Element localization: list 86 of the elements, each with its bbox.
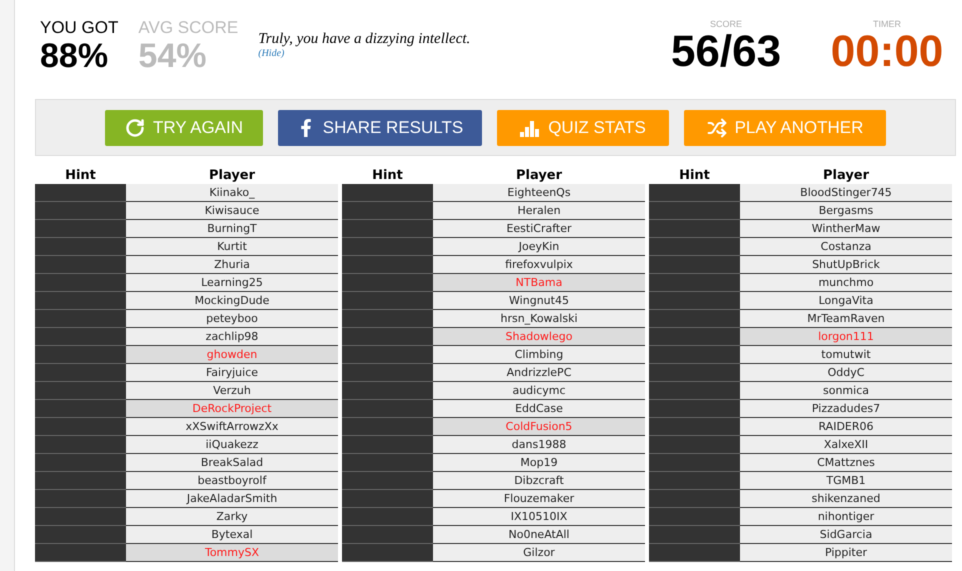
player-cell: shikenzaned: [740, 490, 952, 508]
shuffle-icon: [706, 118, 727, 138]
column-header: Player: [822, 168, 870, 184]
player-cell: CMattznes: [740, 454, 952, 472]
player-cell: Heralen: [433, 202, 645, 220]
action-button[interactable]: SHARE RESULTS: [278, 110, 482, 146]
player-cell: Verzuh: [126, 382, 338, 400]
player-cell: MrTeamRaven: [740, 310, 952, 328]
player-cell: Pizzadudes7: [740, 400, 952, 418]
player-cell: lorgon111: [740, 328, 952, 346]
player-cell: Climbing: [433, 346, 645, 364]
player-cell: ghowden: [126, 346, 338, 364]
hide-link[interactable]: (Hide): [258, 48, 284, 60]
action-button[interactable]: TRY AGAIN: [105, 110, 263, 146]
player-cell: Dibzcraft: [433, 472, 645, 490]
player-cell: JakeAladarSmith: [126, 490, 338, 508]
timer-value: 00:00: [830, 29, 944, 75]
player-cell: IX10510IX: [433, 508, 645, 526]
player-cell: Costanza: [740, 238, 952, 256]
player-cell: RAIDER06: [740, 418, 952, 436]
player-cell: nihontiger: [740, 508, 952, 526]
player-cell: Kiwisauce: [126, 202, 338, 220]
player-cell: Kurtit: [126, 238, 338, 256]
player-cell: Mop19: [433, 454, 645, 472]
player-cell: peteyboo: [126, 310, 338, 328]
player-cell: iiQuakezz: [126, 436, 338, 454]
column-header: Player: [514, 168, 564, 184]
player-cell: tomutwit: [740, 346, 952, 364]
player-cell: zachlip98: [126, 328, 338, 346]
refresh-icon: [124, 118, 145, 138]
action-button[interactable]: QUIZ STATS: [497, 110, 669, 146]
player-cell: BreakSalad: [126, 454, 338, 472]
player-cell: Kiinako_: [126, 184, 338, 202]
player-cell: firefoxvulpix: [433, 256, 645, 274]
score-heading: SCORE: [710, 19, 742, 29]
action-button[interactable]: PLAY ANOTHER: [684, 110, 886, 146]
player-cell: Fairyjuice: [126, 364, 338, 382]
score-value: 56/63: [670, 29, 782, 75]
player-cell: audicymc: [433, 382, 645, 400]
column-header: Hint: [64, 168, 97, 184]
player-cell: Bergasms: [740, 202, 952, 220]
score-label: YOU GOT: [40, 18, 118, 38]
player-cell: TommySX: [126, 544, 338, 562]
column-header: Player: [208, 168, 256, 184]
player-cell: WintherMaw: [740, 220, 952, 238]
column-header: Hint: [678, 168, 711, 184]
average-label: AVG SCORE: [138, 18, 238, 38]
player-cell: Pippiter: [740, 544, 952, 562]
player-cell: LongaVita: [740, 292, 952, 310]
player-cell: Wingnut45: [433, 292, 645, 310]
player-cell: ColdFusion5: [433, 418, 645, 436]
player-cell: Zarky: [126, 508, 338, 526]
player-cell: MockingDude: [126, 292, 338, 310]
player-cell: AndrizzlePC: [433, 364, 645, 382]
player-cell: EighteenQs: [433, 184, 645, 202]
player-cell: JoeyKin: [433, 238, 645, 256]
player-cell: BloodStinger745: [740, 184, 952, 202]
player-cell: sonmica: [740, 382, 952, 400]
average-percent: 54%: [138, 38, 208, 74]
player-cell: Zhuria: [126, 256, 338, 274]
player-cell: hrsn_Kowalski: [433, 310, 645, 328]
player-cell: OddyC: [740, 364, 952, 382]
result-message: Truly, you have a dizzying intellect.: [258, 30, 470, 48]
timer-heading: TIMER: [873, 19, 901, 29]
player-cell: Learning25: [126, 274, 338, 292]
player-cell: dans1988: [433, 436, 645, 454]
bar-chart-icon: [520, 118, 540, 136]
column-header: Hint: [371, 168, 404, 184]
player-cell: DeRockProject: [126, 400, 338, 418]
player-cell: Bytexal: [126, 526, 338, 544]
player-cell: ShutUpBrick: [740, 256, 952, 274]
player-cell: TGMB1: [740, 472, 952, 490]
player-cell: beastboyrolf: [126, 472, 338, 490]
player-cell: Gilzor: [433, 544, 645, 562]
player-cell: XalxeXII: [740, 436, 952, 454]
player-cell: Flouzemaker: [433, 490, 645, 508]
player-cell: No0neAtAll: [433, 526, 645, 544]
player-cell: munchmo: [740, 274, 952, 292]
player-cell: Shadowlego: [433, 328, 645, 346]
score-percent: 88%: [40, 38, 110, 74]
player-cell: BurningT: [126, 220, 338, 238]
player-cell: xXSwiftArrowzXx: [126, 418, 338, 436]
player-cell: EddCase: [433, 400, 645, 418]
player-cell: NTBama: [433, 274, 645, 292]
player-cell: SidGarcia: [740, 526, 952, 544]
player-cell: EestiCrafter: [433, 220, 645, 238]
